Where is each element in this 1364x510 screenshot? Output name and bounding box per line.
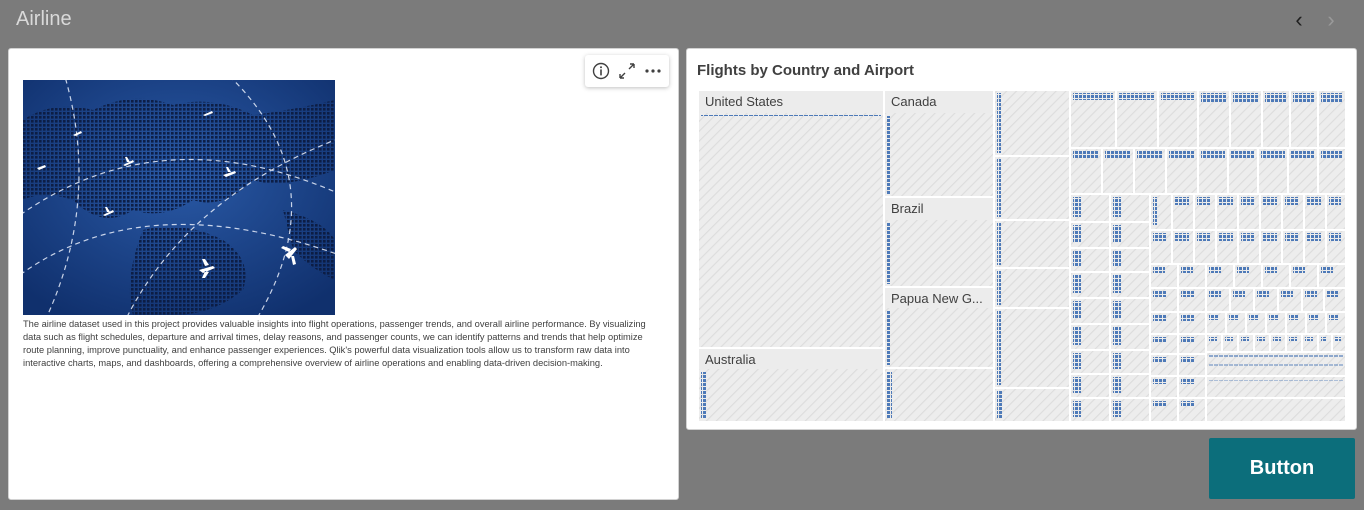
treemap-label-united-states: United States bbox=[705, 94, 784, 109]
treemap-node-brazil[interactable]: Brazil bbox=[885, 198, 993, 286]
treemap-label-canada: Canada bbox=[891, 94, 937, 109]
treemap-node-mark bbox=[887, 372, 892, 418]
treemap-card[interactable]: Flights by Country and Airport United St… bbox=[686, 48, 1357, 430]
treemap-label-papua-new-guinea: Papua New G... bbox=[891, 291, 983, 306]
treemap-node-australia[interactable]: Australia bbox=[699, 349, 883, 421]
action-button[interactable]: Button bbox=[1209, 438, 1355, 499]
object-toolbar bbox=[585, 55, 669, 87]
info-icon[interactable] bbox=[591, 61, 611, 81]
text-image-card[interactable]: The airline dataset used in this project… bbox=[8, 48, 679, 500]
treemap-column-right bbox=[1071, 91, 1345, 421]
treemap-node-papua-new-guinea[interactable]: Papua New G... bbox=[885, 288, 993, 367]
dataset-description: The airline dataset used in this project… bbox=[23, 319, 646, 368]
treemap-node-canada[interactable]: Canada bbox=[885, 91, 993, 196]
treemap-node-united-states[interactable]: United States bbox=[699, 91, 883, 347]
airline-hero-image bbox=[23, 80, 335, 315]
flights-treemap[interactable]: United States Australia Canada Brazil Pa… bbox=[699, 91, 1345, 421]
app-header: Airline ‹ › bbox=[0, 0, 1364, 40]
treemap-column-mid bbox=[995, 91, 1069, 421]
treemap-node[interactable] bbox=[885, 369, 993, 421]
app-title: Airline bbox=[16, 8, 72, 30]
treemap-label-brazil: Brazil bbox=[891, 201, 924, 216]
expand-icon[interactable] bbox=[617, 61, 637, 81]
more-icon[interactable] bbox=[643, 61, 663, 81]
chevron-right-icon[interactable]: › bbox=[1320, 6, 1342, 34]
chart-title: Flights by Country and Airport bbox=[697, 62, 914, 79]
treemap-label-australia: Australia bbox=[705, 352, 756, 367]
chevron-left-icon[interactable]: ‹ bbox=[1288, 6, 1310, 34]
